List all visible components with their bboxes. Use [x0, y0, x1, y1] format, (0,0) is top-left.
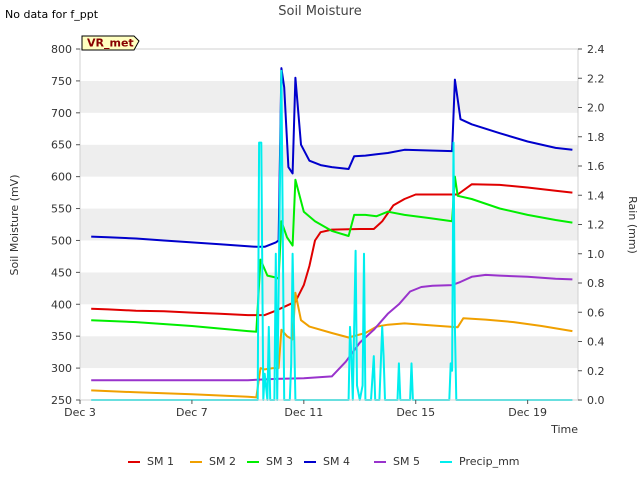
legend-label: SM 1 [147, 455, 174, 468]
y-axis-right: 0.0 0.2 0.4 0.6 0.8 1.0 1.2 1.4 1.6 1.8 2.0 2.2 2.4 [578, 43, 605, 407]
grid-band [80, 112, 578, 145]
legend-label: SM 5 [393, 455, 420, 468]
y2-axis-label: Rain (mm) [626, 196, 639, 254]
y-tick-label: 550 [51, 203, 72, 216]
x-tick-label: Dec 7 [176, 406, 208, 419]
grid-band [80, 240, 578, 273]
y-tick-label: 600 [51, 171, 72, 184]
grid-band [80, 272, 578, 305]
y2-tick-label: 2.2 [587, 72, 605, 85]
grid-band [80, 208, 578, 241]
y-tick-label: 450 [51, 266, 72, 279]
y2-tick-label: 0.6 [587, 306, 605, 319]
y-tick-label: 300 [51, 362, 72, 375]
y2-tick-label: 1.6 [587, 160, 605, 173]
grid-band [80, 336, 578, 369]
y2-tick-label: 1.0 [587, 248, 605, 261]
x-axis: Dec 3 Dec 7 Dec 11 Dec 15 Dec 19 [64, 400, 547, 419]
legend: SM 1 SM 2 SM 3 SM 4 SM 5 Precip_mm [128, 455, 520, 468]
y2-tick-label: 1.8 [587, 131, 605, 144]
x-tick-label: Dec 11 [284, 406, 323, 419]
legend-label: SM 2 [209, 455, 236, 468]
no-data-note: No data for f_ppt [5, 8, 99, 21]
chart-stage: Dec 3 Dec 7 Dec 11 Dec 15 Dec 19 250 300 350 40… [0, 0, 640, 480]
y2-tick-label: 0.8 [587, 277, 605, 290]
grid-band [80, 144, 578, 177]
soil-moisture-chart: Dec 3 Dec 7 Dec 11 Dec 15 Dec 19 250 300 350 40… [5, 4, 639, 468]
y2-tick-label: 1.2 [587, 219, 605, 232]
legend-label: Precip_mm [459, 455, 520, 468]
x-tick-label: Dec 3 [64, 406, 96, 419]
grid-band [80, 176, 578, 209]
x-tick-label: Dec 19 [508, 406, 547, 419]
legend-label: SM 4 [323, 455, 350, 468]
y-tick-label: 400 [51, 298, 72, 311]
station-badge: VR_met [81, 35, 140, 51]
grid-band [80, 49, 578, 81]
y-tick-label: 700 [51, 107, 72, 120]
y-tick-label: 750 [51, 75, 72, 88]
station-badge-label: VR_met [87, 37, 134, 50]
x-axis-label: Time [550, 423, 578, 436]
y2-tick-label: 0.2 [587, 365, 605, 378]
y-axis-left: 250 300 350 400 450 500 550 600 650 700 750 800 [51, 43, 80, 407]
legend-label: SM 3 [266, 455, 293, 468]
y2-tick-label: 1.4 [587, 189, 605, 202]
y2-tick-label: 2.4 [587, 43, 605, 56]
y-tick-label: 500 [51, 234, 72, 247]
y-axis-label: Soil Moisture (mV) [8, 175, 21, 276]
y2-tick-label: 0.0 [587, 394, 605, 407]
y2-tick-label: 2.0 [587, 102, 605, 115]
x-tick-label: Dec 15 [396, 406, 435, 419]
background-bands [80, 49, 578, 400]
chart-title: Soil Moisture [278, 4, 362, 19]
y-tick-label: 350 [51, 330, 72, 343]
y-tick-label: 800 [51, 43, 72, 56]
y-tick-label: 650 [51, 139, 72, 152]
grid-band [80, 80, 578, 113]
y-tick-label: 250 [51, 394, 72, 407]
grid-band [80, 368, 578, 400]
y2-tick-label: 0.4 [587, 336, 605, 349]
